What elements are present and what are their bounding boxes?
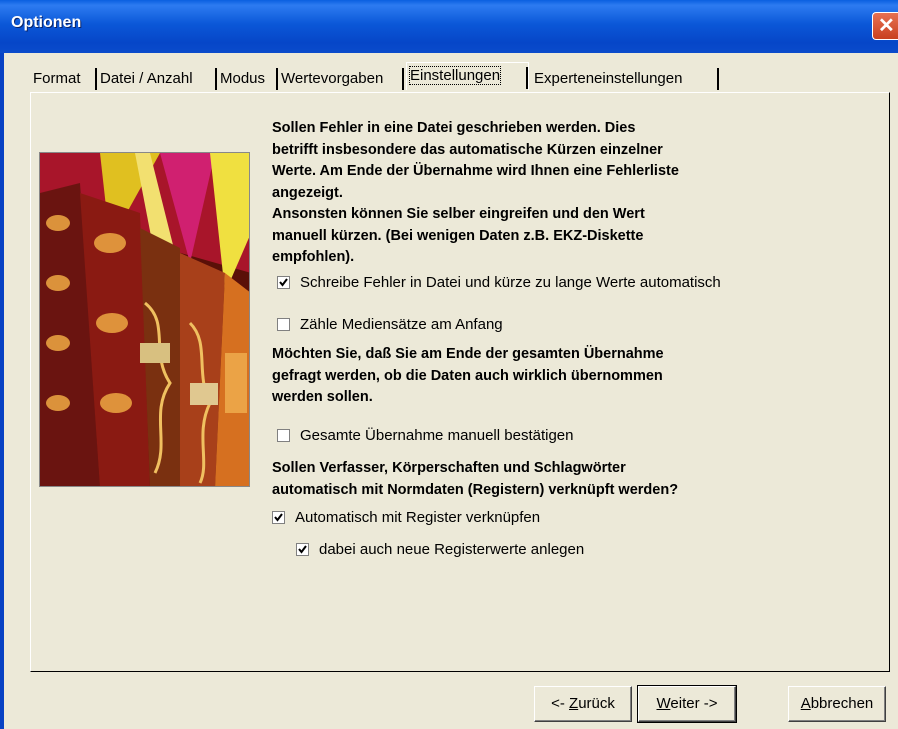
description-line: angezeigt. <box>272 184 343 201</box>
checkbox-label: Automatisch mit Register verknüpfen <box>295 509 541 526</box>
button-label: eiter -> <box>670 695 718 712</box>
button-accelerator: Z <box>569 695 579 712</box>
register-description: Sollen Verfasser, Körperschaften und Sch… <box>272 458 678 501</box>
next-button[interactable]: Weiter -> <box>637 685 737 723</box>
write-errors-checkbox[interactable]: Schreibe Fehler in Datei und kürze zu la… <box>277 274 721 291</box>
description-line: Werte. Am Ende der Übernahme wird Ihnen … <box>272 163 679 179</box>
checkbox-box[interactable] <box>272 511 285 524</box>
window-title: Optionen <box>11 14 82 31</box>
checkmark-icon <box>279 278 288 287</box>
confirm-description: Möchten Sie, daß Sie am Ende der gesamte… <box>272 344 664 409</box>
description-line: Sollen Verfasser, Körperschaften und Sch… <box>272 460 626 476</box>
tab-datei-anzahl[interactable]: Datei / Anzahl <box>97 66 217 92</box>
checkbox-box[interactable] <box>277 276 290 289</box>
error-file-description: Sollen Fehler in eine Datei geschrieben … <box>272 118 679 269</box>
checkmark-icon <box>298 545 307 554</box>
tab-modus[interactable]: Modus <box>217 66 278 92</box>
checkbox-box[interactable] <box>296 543 309 556</box>
options-dialog: Optionen ✕ Format Datei / Anzahl Modus W… <box>0 0 898 729</box>
checkbox-label: Schreibe Fehler in Datei und kürze zu la… <box>300 274 721 291</box>
checkbox-box[interactable] <box>277 318 290 331</box>
button-prefix: <- <box>551 695 570 712</box>
tab-wertevorgaben[interactable]: Wertevorgaben <box>278 66 404 92</box>
window-frame <box>0 53 4 729</box>
confirm-manual-checkbox[interactable]: Gesamte Übernahme manuell bestätigen <box>277 427 574 444</box>
count-records-checkbox[interactable]: Zähle Mediensätze am Anfang <box>277 316 503 333</box>
description-line: betrifft insbesondere das automatische K… <box>272 141 663 158</box>
link-register-checkbox[interactable]: Automatisch mit Register verknüpfen <box>272 509 540 526</box>
back-button[interactable]: <- Zurück <box>534 686 632 722</box>
tab-label: Einstellungen <box>408 66 502 85</box>
tab-format[interactable]: Format <box>30 66 97 92</box>
tab-einstellungen[interactable]: Einstellungen <box>406 62 529 90</box>
button-label: bbrechen <box>810 695 874 712</box>
description-line: automatisch mit Normdaten (Registern) ve… <box>272 481 679 498</box>
checkbox-box[interactable] <box>277 429 290 442</box>
tab-label: Wertevorgaben <box>281 70 384 87</box>
description-line: werden sollen. <box>272 389 373 405</box>
description-line: gefragt werden, ob die Daten auch wirkli… <box>272 367 663 384</box>
close-button[interactable]: ✕ <box>872 12 898 40</box>
button-label: urück <box>578 695 615 712</box>
button-accelerator: W <box>656 695 671 712</box>
tab-label: Format <box>33 70 81 87</box>
checkbox-label: dabei auch neue Registerwerte anlegen <box>319 541 585 558</box>
checkbox-label: Gesamte Übernahme manuell bestätigen <box>300 427 574 444</box>
tab-label: Datei / Anzahl <box>100 70 193 87</box>
checkbox-label: Zähle Mediensätze am Anfang <box>300 316 503 333</box>
checkmark-icon <box>274 513 283 522</box>
title-bar[interactable]: Optionen ✕ <box>0 0 898 53</box>
cancel-button[interactable]: Abbrechen <box>788 686 886 722</box>
close-icon: ✕ <box>878 15 895 37</box>
old-books-illustration <box>39 152 250 487</box>
description-line: empfohlen). <box>272 249 355 265</box>
tab-label: Modus <box>220 70 266 87</box>
button-accelerator: A <box>800 695 811 712</box>
description-line: Sollen Fehler in eine Datei geschrieben … <box>272 120 636 136</box>
new-register-values-checkbox[interactable]: dabei auch neue Registerwerte anlegen <box>296 541 584 558</box>
tab-experteneinstellungen[interactable]: Experteneinstellungen <box>531 66 719 92</box>
tab-label: Experteneinstellungen <box>534 70 683 87</box>
description-line: Ansonsten können Sie selber eingreifen u… <box>272 206 645 222</box>
description-line: manuell kürzen. (Bei wenigen Daten z.B. … <box>272 227 644 244</box>
description-line: Möchten Sie, daß Sie am Ende der gesamte… <box>272 346 664 362</box>
